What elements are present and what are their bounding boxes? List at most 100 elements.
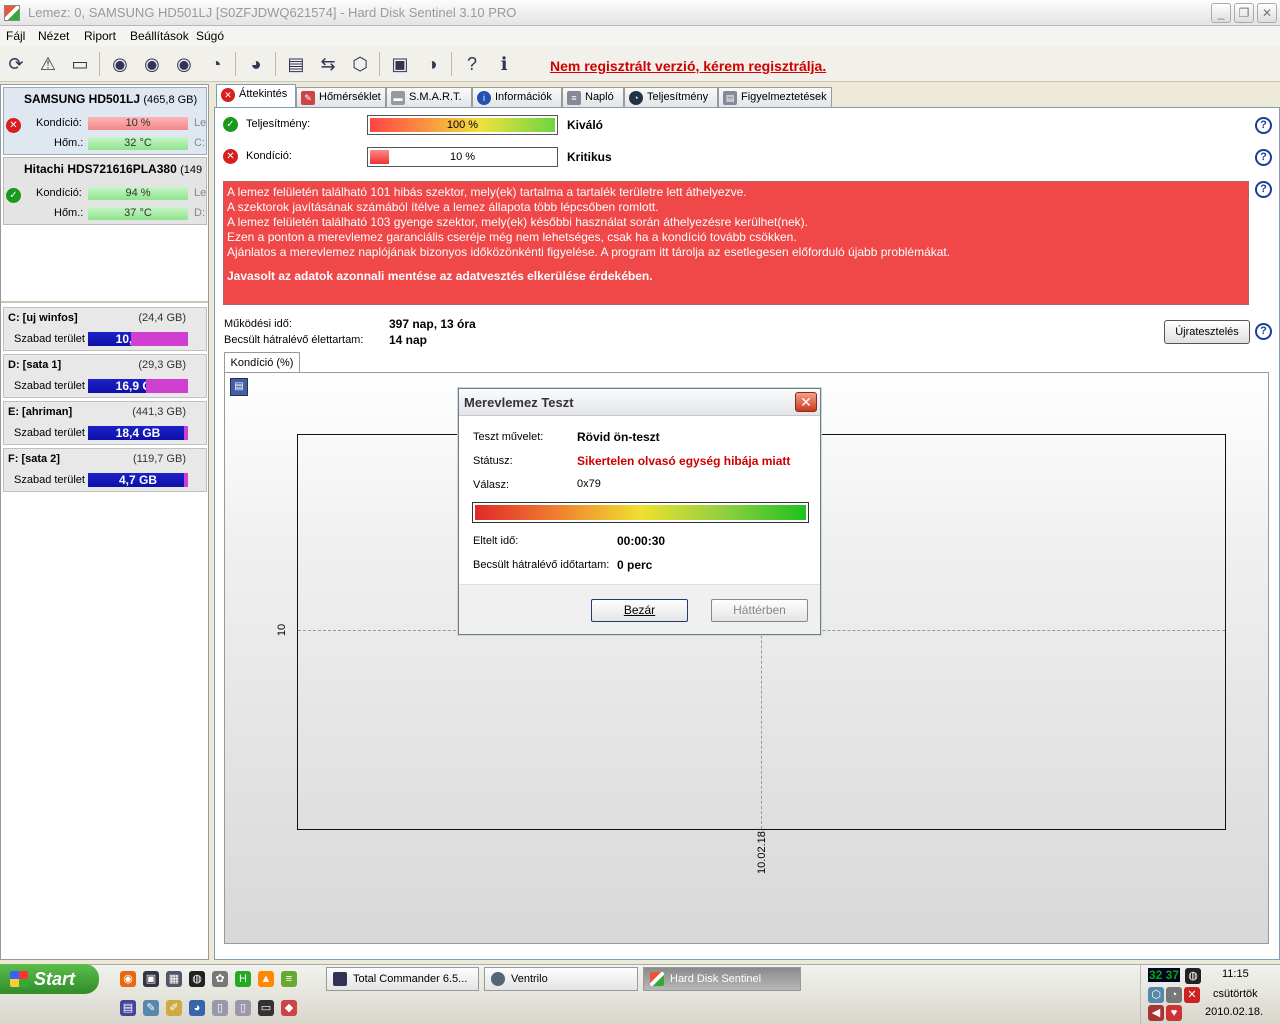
menu-view[interactable]: Nézet [38,29,69,43]
window-titlebar[interactable]: Lemez: 0, SAMSUNG HD501LJ [S0ZFJDWQ62157… [0,0,1280,26]
app-icon[interactable]: ▦ [166,971,182,987]
tray-temperature[interactable]: 32 37 [1148,968,1181,982]
tab-information[interactable]: i Információk [472,87,562,108]
volume-name: D: [sata 1] [8,359,62,371]
free-space-label: Szabad terület [14,427,85,439]
performance-rating: Kiváló [567,118,604,132]
task-total-commander[interactable]: Total Commander 6.5... [326,967,479,991]
dialog-title: Merevlemez Teszt [464,395,574,410]
message-emphasis: Javasolt az adatok azonnali mentése az a… [227,269,653,283]
close-button[interactable]: Bezár [591,599,688,622]
help-icon[interactable]: ? [459,51,485,77]
sentinel-icon[interactable]: ◆ [281,1000,297,1016]
menu-settings[interactable]: Beállítások [130,29,189,43]
firefox-icon[interactable]: ◉ [120,971,136,987]
message-line: A lemez felületén található 103 gyenge s… [227,215,808,229]
disk-icon[interactable]: ▭ [67,51,93,77]
volume-item[interactable]: E: [ahriman] (441,3 GB) Szabad terület 1… [3,401,207,445]
background-button[interactable]: Háttérben [711,599,808,622]
edit-icon[interactable]: ✎ [143,1000,159,1016]
disk-test-icon[interactable]: ◉ [107,51,133,77]
speaker-tray-icon[interactable]: ◀ [1148,1005,1164,1021]
tab-alerts[interactable]: ▤ Figyelmeztetések [718,87,832,108]
save-icon[interactable]: ▤ [230,378,248,396]
shield-tray-icon[interactable]: ♥ [1166,1005,1182,1021]
network-tray-icon[interactable]: ⬡ [1148,987,1164,1003]
clock-time[interactable]: 11:15 [1222,968,1249,980]
volume-item[interactable]: D: [sata 1] (29,3 GB) Szabad terület 16,… [3,354,207,398]
save-icon[interactable]: ▤ [120,1000,136,1016]
info-icon[interactable]: ℹ [491,51,517,77]
message-line: Ajánlatos a merevlemez naplójának bizony… [227,245,951,259]
h-icon[interactable]: H [235,971,251,987]
retest-button[interactable]: Újratesztelés [1164,320,1250,344]
pencil-icon[interactable]: ✐ [166,1000,182,1016]
steam-icon[interactable]: ◍ [189,971,205,987]
help-icon[interactable]: ? [1255,181,1272,198]
message-line: A szektorok javításának számából ítélve … [227,200,659,214]
thermometer-icon: ✎ [301,91,315,105]
gauge-icon: ◔ [629,91,643,105]
report-icon[interactable]: ▤ [283,51,309,77]
help-icon[interactable]: ? [1255,323,1272,340]
window-icon[interactable]: ▭ [258,1000,274,1016]
vlc-icon[interactable]: ▲ [258,971,274,987]
sync-icon[interactable]: ⇆ [315,51,341,77]
help-icon[interactable]: ? [1255,149,1272,166]
close-window-icon[interactable]: ✕ [1257,3,1277,23]
temp-label: Hőm.: [54,137,84,149]
temp-bar: 32 °C [88,137,188,150]
tab-overview[interactable]: ✕ Áttekintés [216,84,296,108]
menu-help[interactable]: Súgó [196,29,224,43]
dialog-footer: Bezár Háttérben [459,584,820,634]
reply-label: Válasz: [473,479,510,491]
refresh-icon[interactable]: ⟳ [3,51,29,77]
volume-item[interactable]: F: [sata 2] (119,7 GB) Szabad terület 4,… [3,448,207,492]
volume-name: E: [ahriman] [8,406,73,418]
document-icon[interactable]: ▯ [235,1000,251,1016]
disk-item-samsung[interactable]: SAMSUNG HD501LJ (465,8 GB) ✕ Kondíció: 1… [3,87,207,155]
alerts-icon: ▤ [723,91,737,105]
tab-condition-chart[interactable]: Kondíció (%) [224,352,300,373]
document-icon[interactable]: ▯ [212,1000,228,1016]
remaining-time-value: 0 perc [617,558,653,572]
app-icon[interactable]: ≡ [281,971,297,987]
help-icon[interactable]: ? [1255,117,1272,134]
tool-tray-icon[interactable]: ◔ [1166,987,1182,1003]
disk-check-icon[interactable]: ◉ [171,51,197,77]
monitor-icon[interactable]: ▣ [387,51,413,77]
alert-tray-icon[interactable]: ✕ [1184,987,1200,1003]
steam-tray-icon[interactable]: ◍ [1185,968,1201,984]
info-icon: i [477,91,491,105]
volume-item[interactable]: C: [uj winfos] (24,4 GB) Szabad terület … [3,307,207,351]
disk-tools-icon[interactable]: ◔ [203,51,229,77]
minimize-icon[interactable]: _ [1211,3,1231,23]
close-icon[interactable]: ✕ [795,392,817,412]
tool-icon[interactable]: ✿ [212,971,228,987]
disk-item-hitachi[interactable]: Hitachi HDS721616PLA380 (149 ✓ Kondíció:… [3,157,207,225]
floppy-icon [333,972,347,986]
temp-bar: 37 °C [88,207,188,220]
menu-file[interactable]: Fájl [6,29,25,43]
task-hard-disk-sentinel[interactable]: Hard Disk Sentinel [643,967,801,991]
speaker-icon[interactable]: ◑ [419,51,445,77]
unregistered-link[interactable]: Nem regisztrált verzió, kérem regisztrál… [550,58,826,74]
globe-icon[interactable]: ◕ [189,1000,205,1016]
tab-temperature[interactable]: ✎ Hőmérséklet [296,87,386,108]
tab-smart[interactable]: ▬ S.M.A.R.T. [386,87,472,108]
tab-log[interactable]: ≡ Napló [562,87,624,108]
terminal-icon[interactable]: ▣ [143,971,159,987]
tab-performance[interactable]: ◔ Teljesítmény [624,87,718,108]
disk-surface-icon[interactable]: ◉ [139,51,165,77]
globe-icon[interactable]: ◕ [243,51,269,77]
disk-test-dialog: Merevlemez Teszt ✕ Teszt művelet: Rövid … [458,388,821,635]
menu-report[interactable]: Riport [84,29,116,43]
alert-icon[interactable]: ⚠ [35,51,61,77]
maximize-icon[interactable]: ❐ [1234,3,1254,23]
network-icon[interactable]: ⬡ [347,51,373,77]
menu-bar: Fájl Nézet Riport Beállítások Súgó [0,26,1280,46]
condition-rating: Kritikus [567,150,612,164]
task-ventrilo[interactable]: Ventrilo [484,967,638,991]
volume-size: (441,3 GB) [132,406,186,418]
dialog-titlebar[interactable]: Merevlemez Teszt ✕ [459,389,820,416]
